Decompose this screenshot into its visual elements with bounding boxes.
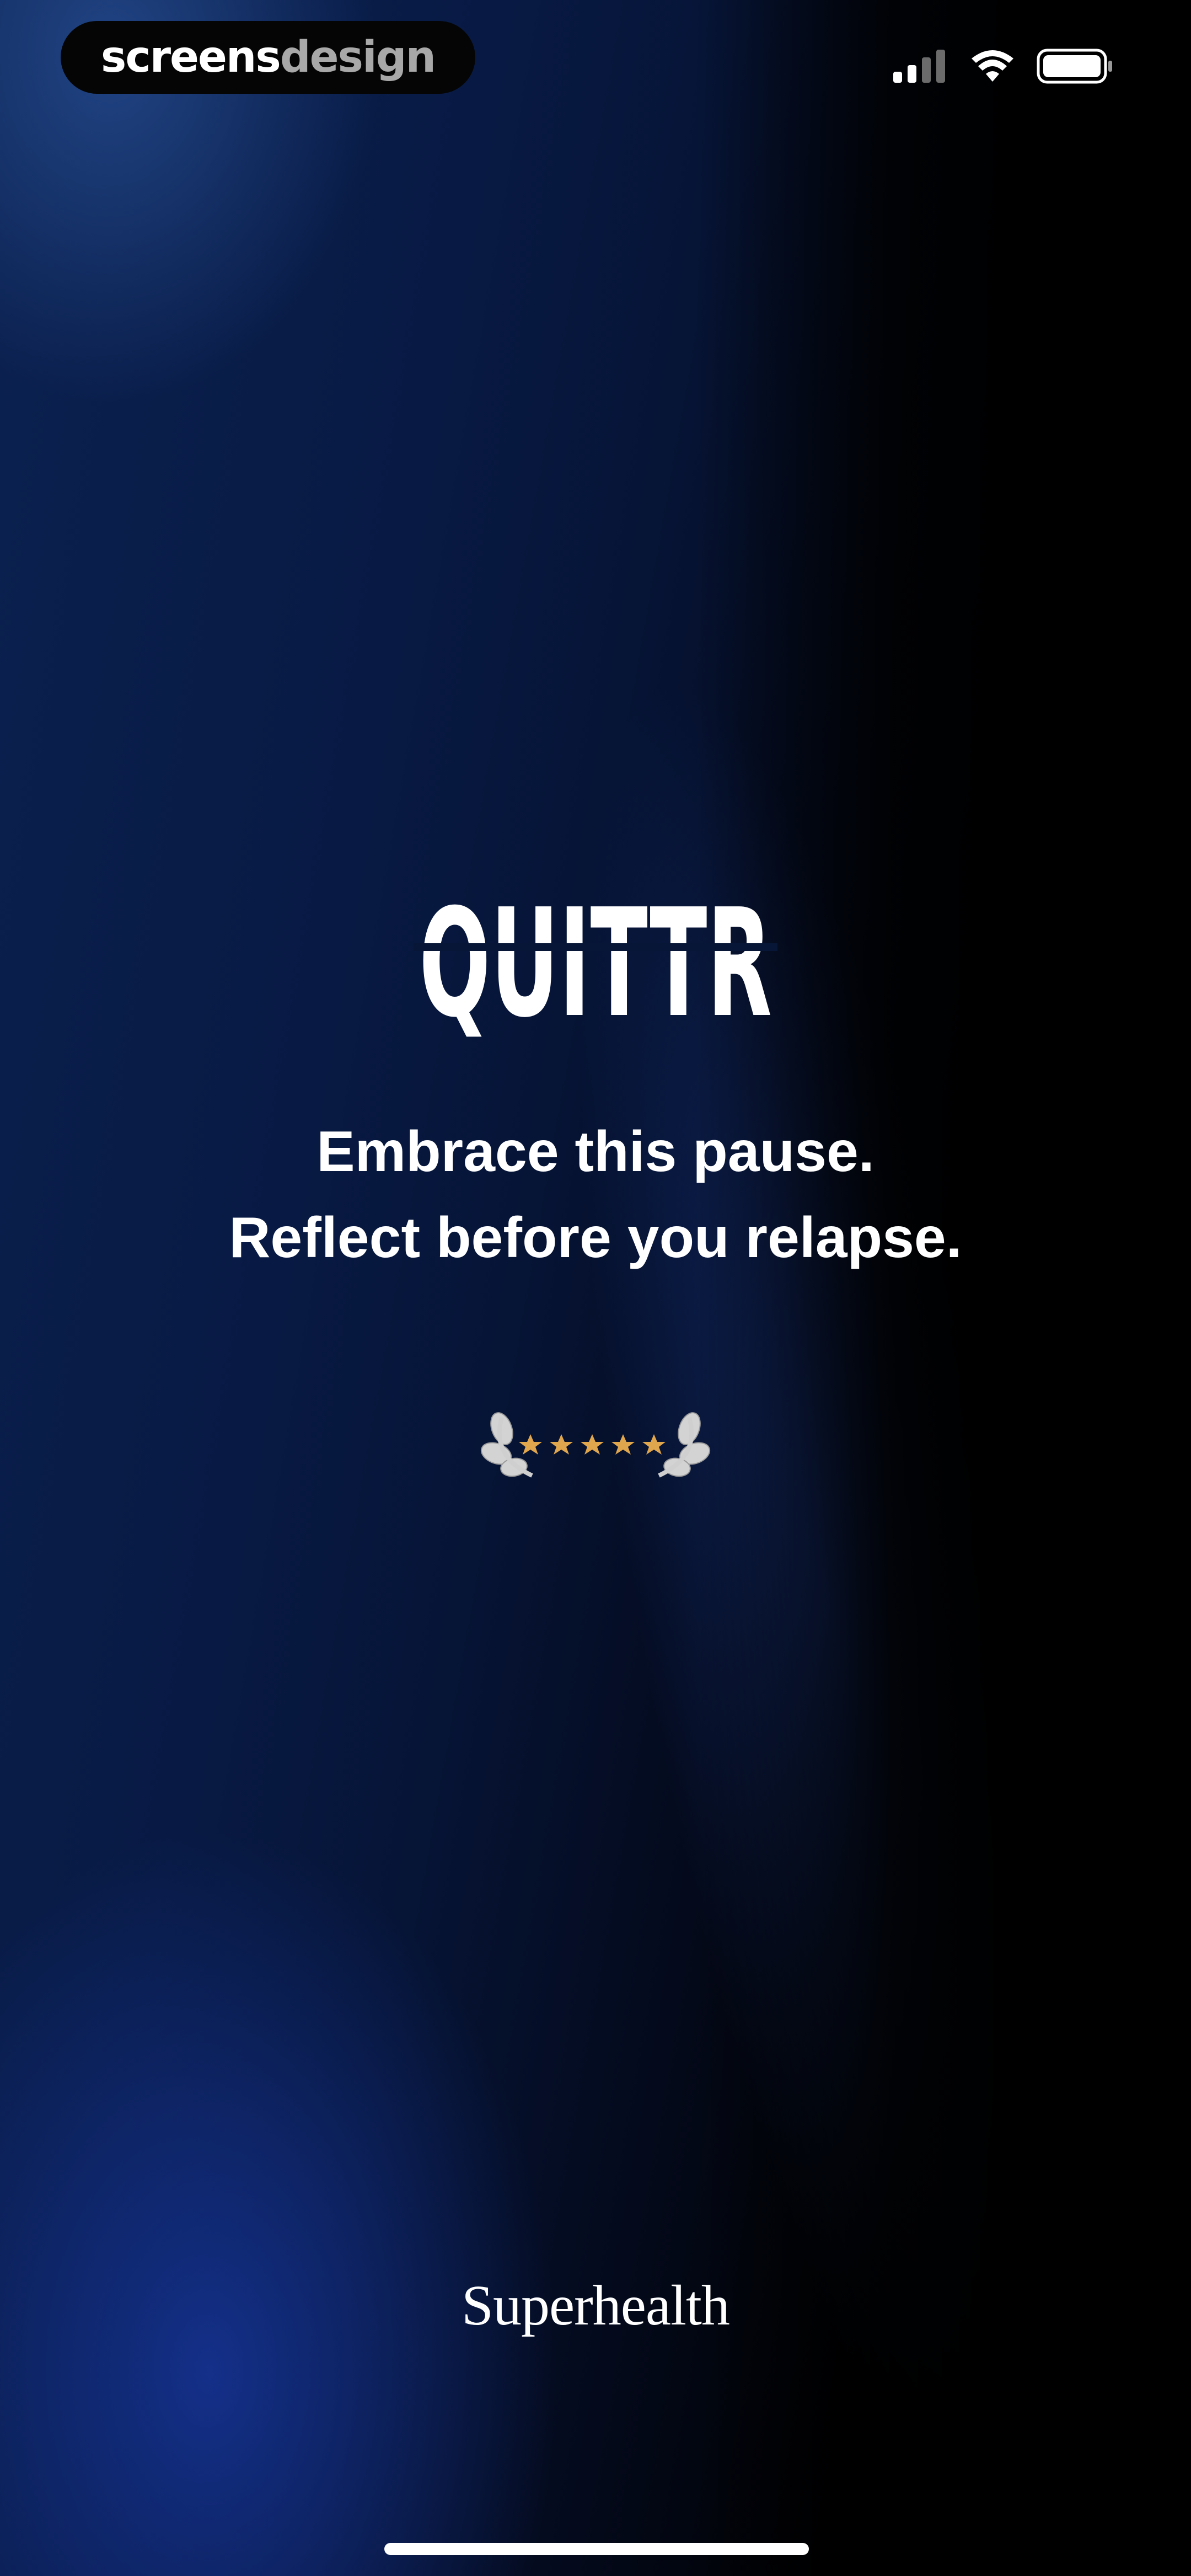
- star-icon: [519, 1434, 542, 1455]
- battery-icon: [1037, 49, 1112, 84]
- brand-text-primary: screens: [100, 33, 281, 82]
- star-icon: [550, 1434, 573, 1455]
- quittr-wordmark: QUITTR: [414, 877, 777, 1050]
- sponsor-logo: Superhealth: [462, 2274, 730, 2337]
- tagline-line-1: Embrace this pause.: [316, 1120, 875, 1184]
- logo-text: QUITTR: [419, 877, 772, 1048]
- star-icon: [581, 1434, 604, 1455]
- screensdesign-badge: screens design: [61, 21, 475, 94]
- brand-text-secondary: design: [280, 33, 436, 82]
- launch-screen: screens design QUITTR Embrace this pause…: [0, 0, 1191, 2576]
- background-shadow: [695, 0, 1191, 2576]
- cellular-signal-icon: [893, 50, 945, 83]
- wifi-icon: [972, 50, 1013, 82]
- quittr-logo: QUITTR: [0, 877, 1191, 1051]
- laurel-right-icon: [658, 1412, 711, 1478]
- laurel-five-stars-icon: [480, 1412, 711, 1478]
- tagline: Embrace this pause. Reflect before you r…: [0, 1109, 1191, 1281]
- star-icon: [642, 1434, 666, 1455]
- home-indicator[interactable]: [384, 2543, 809, 2555]
- star-icon: [611, 1434, 635, 1455]
- tagline-line-2: Reflect before you relapse.: [229, 1206, 962, 1270]
- stars: [519, 1434, 666, 1455]
- status-icons: [893, 49, 1114, 84]
